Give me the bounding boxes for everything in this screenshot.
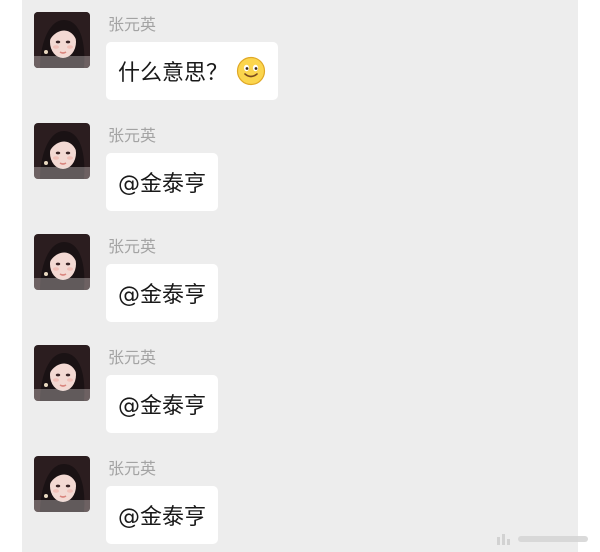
sender-name: 张元英 bbox=[108, 237, 157, 256]
message-item: 张元英 @金泰亨 bbox=[34, 333, 534, 433]
message-text: @金泰亨 bbox=[118, 283, 207, 308]
message-text: @金泰亨 bbox=[118, 505, 207, 530]
message-bubble[interactable]: @金泰亨 bbox=[106, 375, 219, 433]
message-item: 张元英 @金泰亨 bbox=[34, 444, 534, 544]
avatar[interactable] bbox=[34, 345, 90, 401]
watermark-blur-text bbox=[518, 536, 588, 542]
avatar[interactable] bbox=[34, 123, 90, 179]
avatar-image bbox=[34, 123, 90, 179]
message-bubble[interactable]: @金泰亨 bbox=[106, 153, 219, 211]
watermark bbox=[496, 532, 588, 546]
smile-icon bbox=[236, 56, 266, 86]
avatar-image bbox=[34, 345, 90, 401]
sender-name: 张元英 bbox=[108, 459, 157, 478]
avatar-image bbox=[34, 456, 90, 512]
sender-name: 张元英 bbox=[108, 126, 157, 145]
message-bubble[interactable]: @金泰亨 bbox=[106, 486, 219, 544]
avatar[interactable] bbox=[34, 456, 90, 512]
sender-name: 张元英 bbox=[108, 15, 157, 34]
chat-panel: 张元英 什么意思？ 张元英 @金泰亨 张元英 @金泰亨 张元英 @金泰亨 张元英… bbox=[22, 0, 578, 552]
avatar-image bbox=[34, 234, 90, 290]
avatar[interactable] bbox=[34, 234, 90, 290]
message-bubble[interactable]: @金泰亨 bbox=[106, 264, 219, 322]
sender-name: 张元英 bbox=[108, 348, 157, 367]
message-text: 什么意思？ bbox=[118, 61, 229, 86]
watermark-logo-icon bbox=[497, 534, 510, 545]
avatar-image bbox=[34, 12, 90, 68]
message-item: 张元英 @金泰亨 bbox=[34, 111, 534, 211]
message-text: @金泰亨 bbox=[118, 172, 207, 197]
message-item: 张元英 @金泰亨 bbox=[34, 222, 534, 322]
message-bubble[interactable]: 什么意思？ bbox=[106, 42, 279, 100]
message-item: 张元英 什么意思？ bbox=[34, 0, 534, 100]
avatar[interactable] bbox=[34, 12, 90, 68]
message-text: @金泰亨 bbox=[118, 394, 207, 419]
